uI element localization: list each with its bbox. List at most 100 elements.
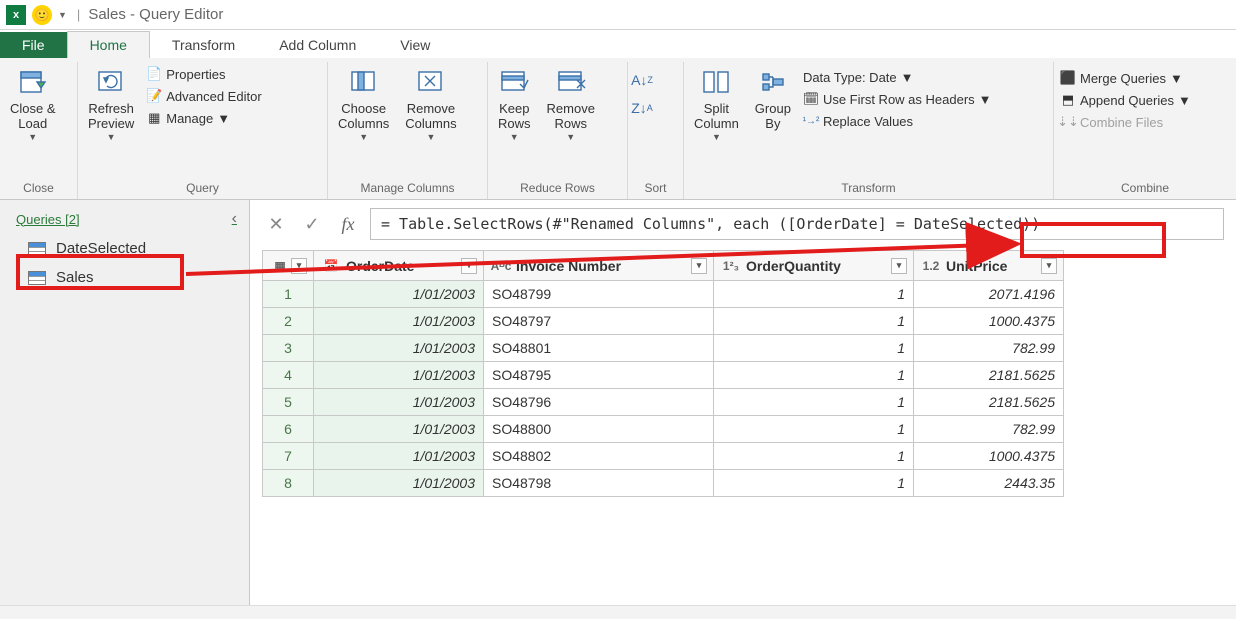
filter-icon[interactable]: ▾ (1041, 258, 1057, 274)
cell-price[interactable]: 2071.4196 (914, 281, 1064, 308)
table-icon (28, 242, 46, 256)
tab-view[interactable]: View (378, 32, 452, 58)
row-number[interactable]: 8 (263, 470, 314, 497)
data-type-button[interactable]: Data Type: Date ▼ (803, 68, 992, 87)
cell-orderdate[interactable]: 1/01/2003 (314, 389, 484, 416)
formula-input[interactable]: = Table.SelectRows(#"Renamed Columns", e… (370, 208, 1224, 240)
group-close: Close & Load ▼ Close (0, 62, 78, 199)
cell-orderdate[interactable]: 1/01/2003 (314, 362, 484, 389)
queries-header[interactable]: Queries [2] ‹ (0, 200, 249, 234)
column-header-orderqty[interactable]: 1²₃ OrderQuantity ▾ (714, 251, 914, 281)
cell-invoice[interactable]: SO48797 (484, 308, 714, 335)
cell-invoice[interactable]: SO48795 (484, 362, 714, 389)
table-row[interactable]: 61/01/2003SO488001782.99 (263, 416, 1064, 443)
accept-formula-button[interactable]: ✓ (298, 210, 326, 238)
cell-orderdate[interactable]: 1/01/2003 (314, 281, 484, 308)
column-header-unitprice[interactable]: 1.2 UnitPrice ▾ (914, 251, 1064, 281)
cell-invoice[interactable]: SO48802 (484, 443, 714, 470)
cell-invoice[interactable]: SO48800 (484, 416, 714, 443)
cell-orderdate[interactable]: 1/01/2003 (314, 470, 484, 497)
cell-qty[interactable]: 1 (714, 443, 914, 470)
table-row[interactable]: 31/01/2003SO488011782.99 (263, 335, 1064, 362)
query-item-label: Sales (56, 269, 94, 286)
merge-queries-label: Merge Queries (1080, 71, 1166, 86)
query-item-sales[interactable]: Sales (0, 263, 249, 292)
cell-price[interactable]: 782.99 (914, 416, 1064, 443)
cell-price[interactable]: 1000.4375 (914, 443, 1064, 470)
split-column-button[interactable]: Split Column ▼ (690, 64, 743, 144)
cell-qty[interactable]: 1 (714, 416, 914, 443)
tab-file[interactable]: File (0, 32, 67, 58)
ribbon: Close & Load ▼ Close Refresh Preview ▼ 📄… (0, 58, 1236, 200)
choose-columns-button[interactable]: Choose Columns ▼ (334, 64, 393, 144)
cell-qty[interactable]: 1 (714, 389, 914, 416)
merge-queries-button[interactable]: ⬛ Merge Queries ▼ (1060, 68, 1191, 88)
chevron-down-icon: ▼ (901, 70, 914, 85)
cell-price[interactable]: 2181.5625 (914, 389, 1064, 416)
cell-invoice[interactable]: SO48799 (484, 281, 714, 308)
fx-button[interactable]: fx (334, 210, 362, 238)
properties-button[interactable]: 📄 Properties (146, 64, 261, 84)
remove-columns-button[interactable]: Remove Columns ▼ (401, 64, 460, 144)
tab-home[interactable]: Home (67, 31, 150, 58)
row-number[interactable]: 1 (263, 281, 314, 308)
close-and-load-button[interactable]: Close & Load ▼ (6, 64, 60, 144)
cell-qty[interactable]: 1 (714, 281, 914, 308)
chevron-down-icon[interactable]: ▾ (291, 258, 307, 274)
tab-transform[interactable]: Transform (150, 32, 257, 58)
cell-orderdate[interactable]: 1/01/2003 (314, 443, 484, 470)
row-number[interactable]: 5 (263, 389, 314, 416)
corner-cell[interactable]: ▦▾ (263, 251, 314, 281)
filter-icon[interactable]: ▾ (891, 258, 907, 274)
table-row[interactable]: 71/01/2003SO4880211000.4375 (263, 443, 1064, 470)
cell-price[interactable]: 782.99 (914, 335, 1064, 362)
table-row[interactable]: 21/01/2003SO4879711000.4375 (263, 308, 1064, 335)
group-combine: ⬛ Merge Queries ▼ ⬒ Append Queries ▼ ⇣⇣ … (1054, 62, 1236, 199)
column-header-orderdate[interactable]: 📅 OrderDate ▾ (314, 251, 484, 281)
cell-qty[interactable]: 1 (714, 308, 914, 335)
advanced-editor-button[interactable]: 📝 Advanced Editor (146, 86, 261, 106)
qat-dropdown-icon[interactable]: ▼ (58, 10, 67, 20)
cell-price[interactable]: 2181.5625 (914, 362, 1064, 389)
cell-qty[interactable]: 1 (714, 362, 914, 389)
column-header-invoice[interactable]: Aᴮᴄ Invoice Number ▾ (484, 251, 714, 281)
table-row[interactable]: 51/01/2003SO4879612181.5625 (263, 389, 1064, 416)
cell-price[interactable]: 2443.35 (914, 470, 1064, 497)
row-number[interactable]: 6 (263, 416, 314, 443)
manage-button[interactable]: ▦ Manage ▼ (146, 108, 261, 128)
table-row[interactable]: 11/01/2003SO4879912071.4196 (263, 281, 1064, 308)
collapse-queries-icon[interactable]: ‹ (232, 210, 237, 228)
filter-icon[interactable]: ▾ (461, 258, 477, 274)
cell-qty[interactable]: 1 (714, 470, 914, 497)
cell-invoice[interactable]: SO48801 (484, 335, 714, 362)
append-queries-button[interactable]: ⬒ Append Queries ▼ (1060, 90, 1191, 110)
cell-orderdate[interactable]: 1/01/2003 (314, 308, 484, 335)
sort-desc-button[interactable]: Z↓A (634, 98, 650, 118)
keep-rows-button[interactable]: Keep Rows ▼ (494, 64, 535, 144)
first-row-headers-button[interactable]: 🗓 Use First Row as Headers ▼ (803, 89, 992, 109)
remove-rows-button[interactable]: Remove Rows ▼ (543, 64, 599, 144)
append-queries-label: Append Queries (1080, 93, 1174, 108)
sort-asc-button[interactable]: A↓Z (634, 70, 650, 90)
cell-qty[interactable]: 1 (714, 335, 914, 362)
refresh-preview-button[interactable]: Refresh Preview ▼ (84, 64, 138, 144)
cell-price[interactable]: 1000.4375 (914, 308, 1064, 335)
first-row-headers-label: Use First Row as Headers (823, 92, 975, 107)
query-item-dateselected[interactable]: DateSelected (0, 234, 249, 263)
filter-icon[interactable]: ▾ (691, 258, 707, 274)
cancel-formula-button[interactable]: ✕ (262, 210, 290, 238)
row-number[interactable]: 3 (263, 335, 314, 362)
row-number[interactable]: 4 (263, 362, 314, 389)
keep-rows-label: Keep Rows (498, 102, 531, 132)
replace-values-button[interactable]: ¹→² Replace Values (803, 111, 992, 131)
table-row[interactable]: 81/01/2003SO4879812443.35 (263, 470, 1064, 497)
group-by-button[interactable]: Group By (751, 64, 795, 134)
tab-add-column[interactable]: Add Column (257, 32, 378, 58)
table-row[interactable]: 41/01/2003SO4879512181.5625 (263, 362, 1064, 389)
cell-invoice[interactable]: SO48798 (484, 470, 714, 497)
cell-invoice[interactable]: SO48796 (484, 389, 714, 416)
cell-orderdate[interactable]: 1/01/2003 (314, 335, 484, 362)
cell-orderdate[interactable]: 1/01/2003 (314, 416, 484, 443)
row-number[interactable]: 2 (263, 308, 314, 335)
row-number[interactable]: 7 (263, 443, 314, 470)
